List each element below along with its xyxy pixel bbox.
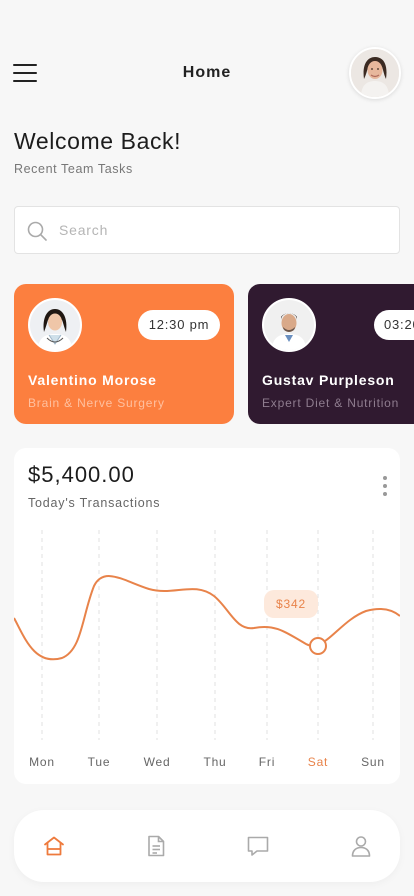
document-icon <box>148 835 165 857</box>
chart-x-tick-label: Fri <box>259 755 275 769</box>
home-icon <box>44 836 64 856</box>
chat-icon <box>247 836 269 856</box>
more-vertical-icon <box>383 476 387 480</box>
user-avatar-image <box>351 49 399 97</box>
doctor-avatar <box>28 298 82 352</box>
transactions-line-chart: $342 Mon Tue Wed Thu Fri Sat Sun <box>14 530 400 769</box>
doctor-name: Gustav Purpleson <box>262 372 395 388</box>
app-header: Home <box>0 46 414 100</box>
chart-x-tick-label: Mon <box>29 755 55 769</box>
doctor-avatar <box>262 298 316 352</box>
doctor-card[interactable]: 12:30 pm Valentino Morose Brain & Nerve … <box>14 284 234 424</box>
appointment-time: 12:30 pm <box>138 310 220 340</box>
nav-documents[interactable] <box>142 832 170 860</box>
doctor-card[interactable]: 03:20 Gustav Purpleson Expert Diet & Nut… <box>248 284 414 424</box>
chart-x-tick-label: Tue <box>88 755 111 769</box>
doctor-name: Valentino Morose <box>28 372 157 388</box>
transactions-amount: $5,400.00 <box>28 462 135 487</box>
nav-home[interactable] <box>40 832 68 860</box>
chart-x-tick-label: Wed <box>144 755 171 769</box>
transactions-label: Today's Transactions <box>28 496 161 510</box>
welcome-title: Welcome Back! <box>14 128 182 154</box>
user-icon <box>351 836 371 857</box>
doctor-photo <box>30 300 80 350</box>
search-bar[interactable] <box>14 206 400 254</box>
more-vertical-icon-dot <box>383 492 387 496</box>
bottom-navigation <box>14 810 400 882</box>
user-avatar[interactable] <box>349 47 401 99</box>
more-options-button[interactable] <box>378 476 392 498</box>
team-task-cards: 12:30 pm Valentino Morose Brain & Nerve … <box>14 284 414 424</box>
chart-x-tick-label: Sun <box>361 755 385 769</box>
nav-profile[interactable] <box>347 832 375 860</box>
chart-x-tick-label: Thu <box>203 755 226 769</box>
chart-series-line <box>14 575 400 661</box>
welcome-subtitle: Recent Team Tasks <box>14 162 133 176</box>
nav-messages[interactable] <box>244 832 272 860</box>
chart-x-tick-label: Sat <box>308 755 328 769</box>
search-icon <box>27 221 47 241</box>
transactions-card: $5,400.00 Today's Transactions $342 Mon Tu… <box>14 448 400 784</box>
doctor-specialty: Expert Diet & Nutrition <box>262 396 400 410</box>
doctor-specialty: Brain & Nerve Surgery <box>28 396 165 410</box>
more-vertical-icon-dot <box>383 484 387 488</box>
doctor-photo <box>264 300 314 350</box>
chart-highlight-label: $342 <box>276 597 306 611</box>
search-input[interactable] <box>59 207 389 253</box>
chart-highlight-point <box>309 637 327 655</box>
appointment-time: 03:20 <box>374 310 414 340</box>
